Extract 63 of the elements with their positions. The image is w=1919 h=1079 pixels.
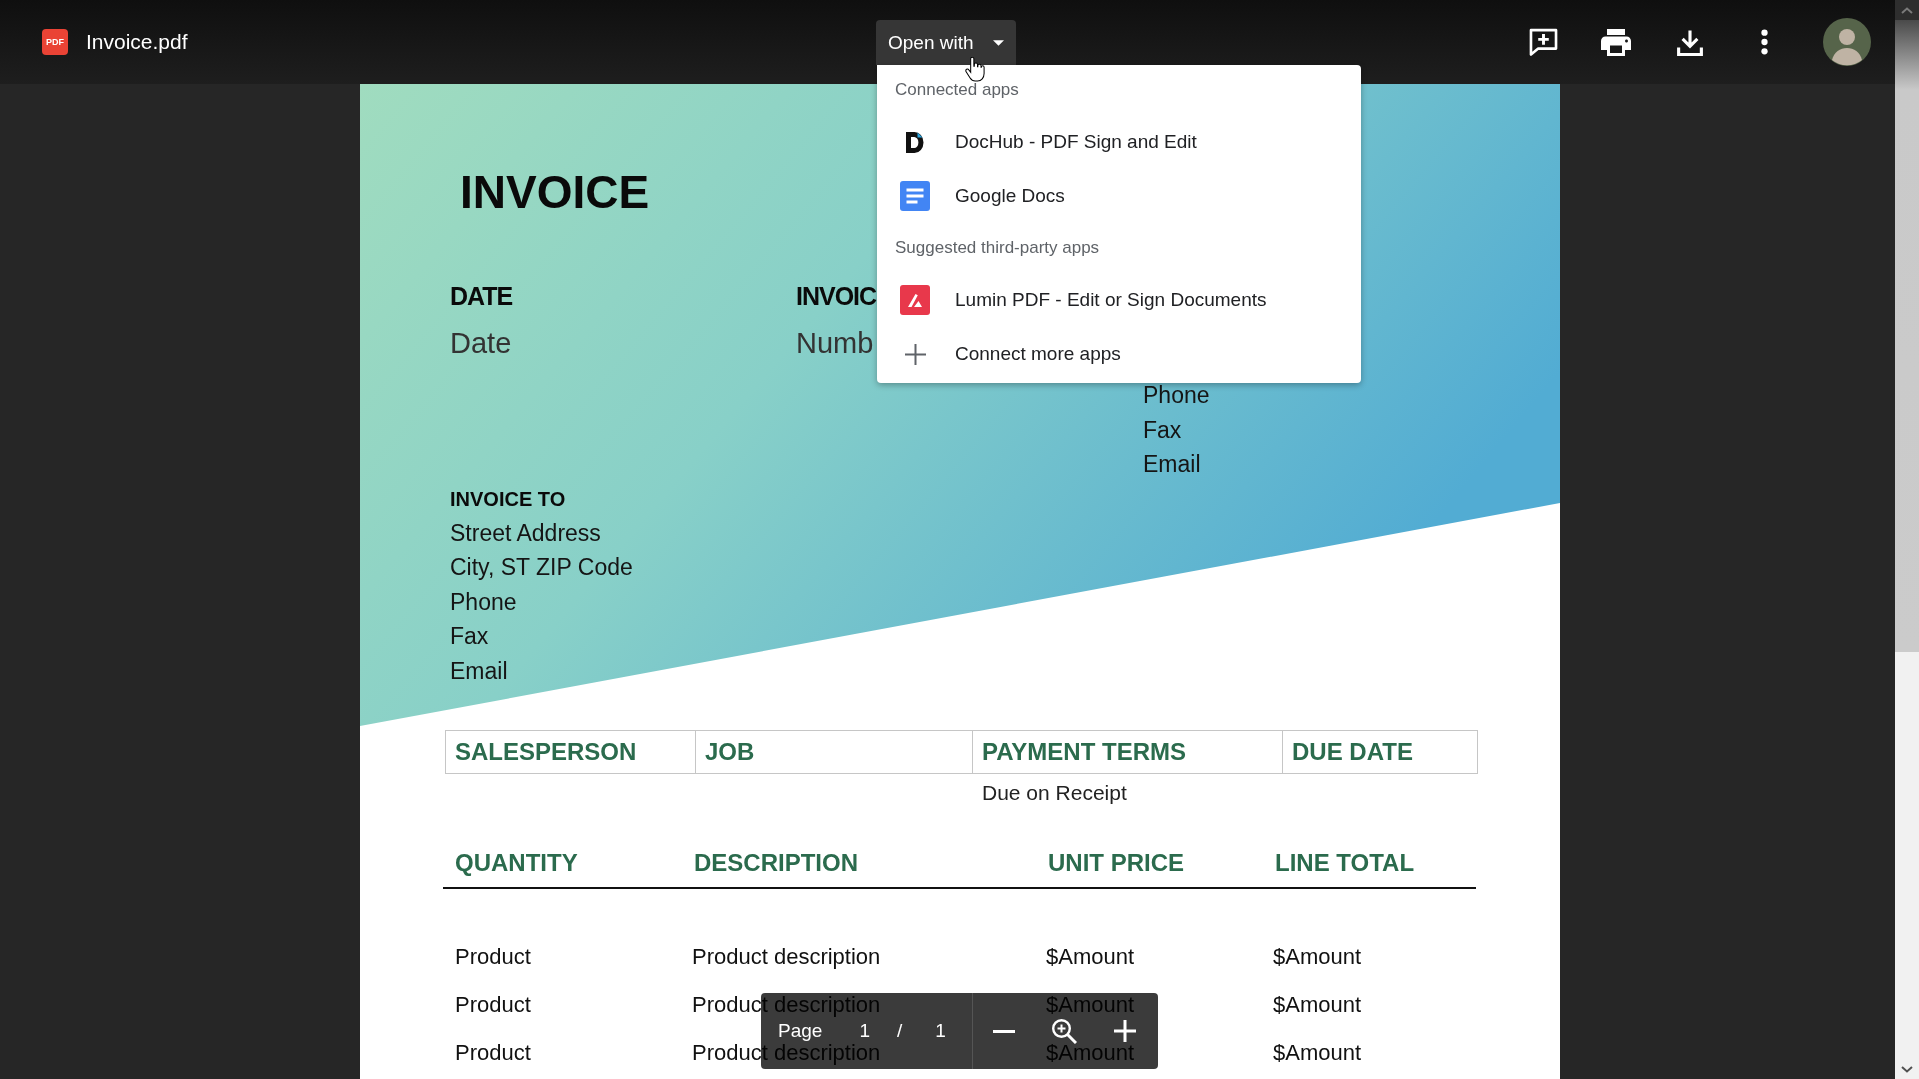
column-heading: DESCRIPTION — [694, 849, 858, 877]
table-cell: Due on Receipt — [982, 781, 1127, 805]
address-line: Email — [450, 656, 508, 686]
menu-item[interactable]: Lumin PDF - Edit or Sign Documents — [877, 273, 1361, 327]
column-heading: QUANTITY — [455, 849, 578, 877]
avatar-icon[interactable] — [1823, 18, 1871, 66]
more-options-icon[interactable] — [1761, 29, 1768, 55]
open-with-button[interactable]: Open with — [876, 20, 1016, 65]
table-cell: Product — [455, 1040, 531, 1066]
section-heading: INVOICE TO — [450, 486, 566, 512]
table-cell: $Amount — [1273, 944, 1362, 970]
minus-icon[interactable] — [992, 1029, 1015, 1033]
table-cell: $Amount — [1273, 1040, 1362, 1066]
scrollbar-thumb[interactable] — [1895, 20, 1919, 652]
column-heading: DUE DATE — [1292, 738, 1413, 766]
menu-item[interactable]: DocHub - PDF Sign and Edit — [877, 115, 1361, 169]
column-heading: JOB — [705, 738, 755, 766]
page-separator: / — [896, 1020, 903, 1042]
tile-logo-icon — [900, 285, 930, 315]
address-line: Fax — [450, 622, 489, 651]
contact-line: Email — [1143, 450, 1201, 479]
column-heading: UNIT PRICE — [1048, 849, 1184, 877]
invoice-title: INVOICE — [460, 165, 650, 220]
page-number: 1 — [859, 1020, 870, 1042]
address-line: Street Address — [450, 518, 601, 548]
contact-line: Fax — [1143, 415, 1182, 445]
document-icon — [900, 181, 930, 211]
column-heading: SALESPERSON — [455, 738, 637, 766]
column-heading: LINE TOTAL — [1275, 849, 1415, 877]
d-logo-icon — [906, 131, 924, 153]
table-cell: $Amount — [1046, 944, 1135, 970]
download-icon[interactable] — [1677, 28, 1703, 56]
address-line: City, ST ZIP Code — [450, 553, 633, 582]
table-cell: $Amount — [1046, 992, 1135, 1018]
table-cell: Product — [455, 992, 531, 1018]
menu-item[interactable]: Connect more apps — [877, 327, 1361, 381]
table-cell: Product description — [692, 944, 881, 970]
column-heading: PAYMENT TERMS — [982, 738, 1187, 766]
field-value: Numb — [796, 326, 874, 361]
magnifier-plus-icon[interactable] — [1050, 1018, 1077, 1044]
address-line: Phone — [450, 587, 517, 617]
scrollbar[interactable] — [1895, 0, 1919, 1079]
scroll-up-icon[interactable] — [1901, 6, 1913, 14]
page-label: Page — [778, 1020, 823, 1042]
page-total: 1 — [935, 1020, 946, 1042]
plus-icon — [904, 343, 926, 365]
scroll-down-icon[interactable] — [1901, 1065, 1913, 1073]
plus-icon[interactable] — [1113, 1020, 1136, 1042]
menu-section-heading: Connected apps — [895, 80, 1019, 100]
contact-line: Phone — [1143, 381, 1210, 410]
file-name: Invoice.pdf — [86, 30, 188, 54]
add-comment-icon[interactable] — [1529, 28, 1558, 56]
table-cell: $Amount — [1046, 1040, 1135, 1066]
field-heading: INVOIC — [796, 281, 877, 312]
field-heading: DATE — [450, 281, 513, 312]
menu-section-heading: Suggested third-party apps — [895, 238, 1100, 258]
table-cell: Product — [455, 944, 531, 970]
table-cell: $Amount — [1273, 992, 1362, 1018]
field-value: Date — [450, 326, 512, 361]
print-icon[interactable] — [1601, 28, 1631, 56]
menu-item[interactable]: Google Docs — [877, 169, 1361, 223]
caret-icon — [993, 39, 1004, 46]
file-type-icon: PDF — [42, 29, 68, 55]
